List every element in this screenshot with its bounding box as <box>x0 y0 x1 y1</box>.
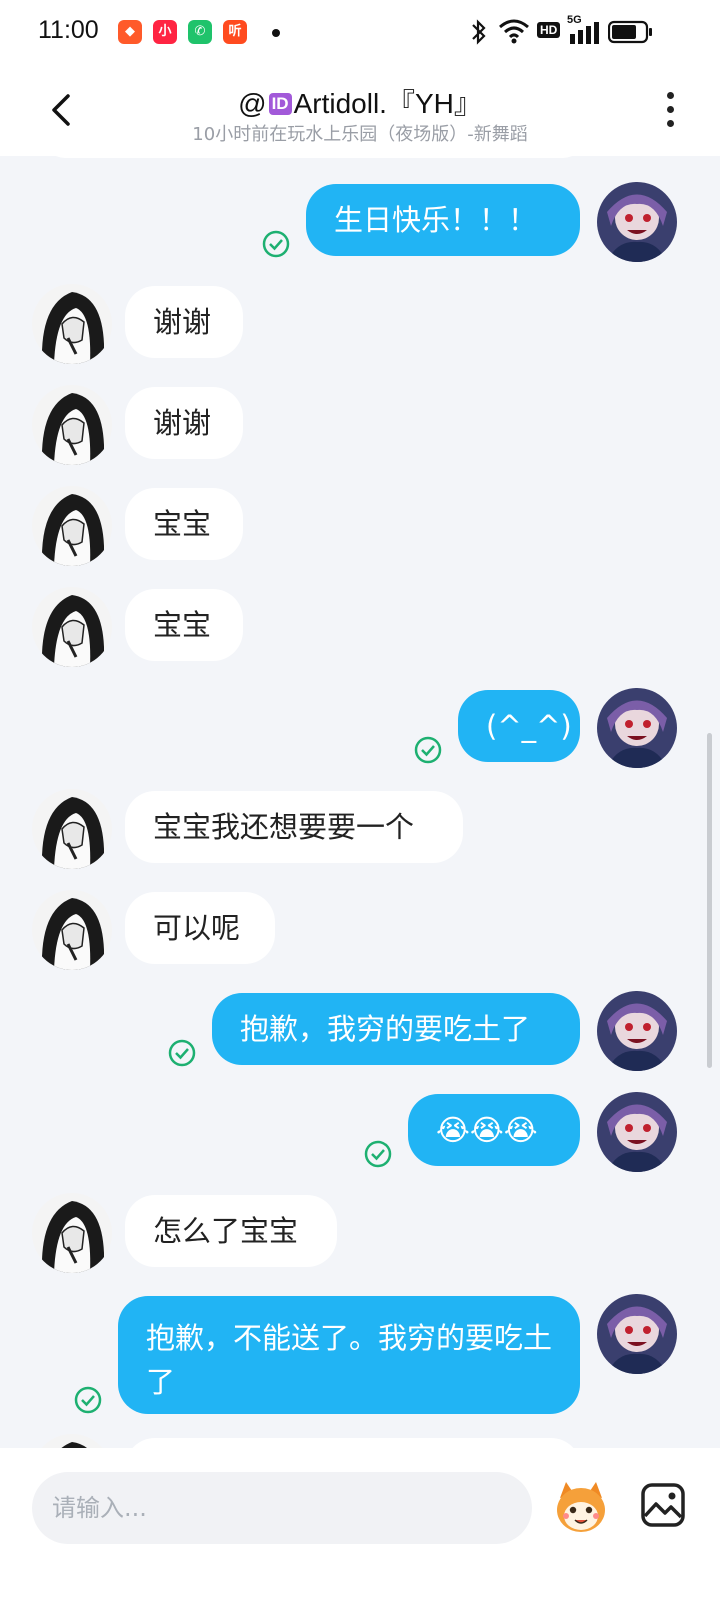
my-avatar[interactable] <box>597 1294 677 1374</box>
my-avatar[interactable] <box>597 688 677 768</box>
wifi-icon <box>499 19 529 44</box>
my-avatar[interactable] <box>597 991 677 1071</box>
message-input[interactable] <box>32 1472 532 1544</box>
contact-avatar[interactable] <box>32 486 112 566</box>
scrollbar[interactable] <box>707 733 712 1068</box>
my-avatar[interactable] <box>597 1092 677 1172</box>
contact-avatar[interactable] <box>32 1434 112 1448</box>
title-prefix: @ <box>238 88 267 119</box>
partial-message-bubble <box>125 1438 581 1448</box>
phone-call-icon: ✆ <box>188 20 212 44</box>
sticker-mascot-icon[interactable] <box>552 1478 610 1536</box>
delivered-check-icon <box>74 1386 102 1414</box>
id-badge-icon: ID <box>268 93 292 115</box>
hd-icon: HD <box>537 22 561 38</box>
more-options-icon[interactable] <box>660 92 680 132</box>
status-bar: 11:00 ◆ 小 ✆ 听 HD 5G <box>0 0 720 64</box>
message-bubble-incoming[interactable]: 谢谢 <box>125 286 243 358</box>
message-bubble-incoming[interactable]: 宝宝 <box>125 488 243 560</box>
message-bubble-incoming[interactable]: 怎么了宝宝 <box>125 1195 337 1267</box>
input-bar <box>0 1448 720 1600</box>
chat-title: @ ID Artidoll.『YH』 <box>0 82 720 122</box>
contact-avatar[interactable] <box>32 1193 112 1273</box>
signal-5g-icon <box>570 22 599 44</box>
image-icon[interactable] <box>640 1482 686 1528</box>
contact-name: Artidoll.『YH』 <box>293 88 482 119</box>
delivered-check-icon <box>168 1039 196 1067</box>
status-time: 11:00 <box>38 16 99 44</box>
battery-icon <box>608 20 652 44</box>
contact-avatar[interactable] <box>32 587 112 667</box>
message-bubble-incoming[interactable]: 可以呢 <box>125 892 275 964</box>
bluetooth-icon <box>472 19 486 45</box>
contact-avatar[interactable] <box>32 284 112 364</box>
my-avatar[interactable] <box>597 182 677 262</box>
message-bubble-incoming[interactable]: 谢谢 <box>125 387 243 459</box>
message-bubble-outgoing[interactable]: 生日快乐！！！ <box>306 184 580 256</box>
contact-avatar[interactable] <box>32 890 112 970</box>
message-bubble-incoming[interactable]: 宝宝我还想要要一个 <box>125 791 463 863</box>
delivered-check-icon <box>262 230 290 258</box>
xiaohongshu-icon: 小 <box>153 20 177 44</box>
message-bubble-outgoing[interactable]: 抱歉，不能送了。我穷的要吃土了 <box>118 1296 580 1414</box>
contact-status: 10小时前在玩水上乐园（夜场版）-新舞蹈 <box>192 124 528 145</box>
chat-header: @ ID Artidoll.『YH』 10小时前在玩水上乐园（夜场版）-新舞蹈 <box>0 64 720 156</box>
message-list[interactable]: 生日快乐！！！ 谢谢 谢谢 宝宝 宝宝 (^_^) 宝宝我还想要要一个 可以呢 … <box>0 156 720 1448</box>
listen-icon: 听 <box>223 20 247 44</box>
game-icon: ◆ <box>118 20 142 44</box>
contact-avatar[interactable] <box>32 789 112 869</box>
message-bubble-incoming[interactable]: 宝宝 <box>125 589 243 661</box>
delivered-check-icon <box>414 736 442 764</box>
message-bubble-outgoing[interactable]: 抱歉，我穷的要吃土了 <box>212 993 580 1065</box>
message-bubble-outgoing[interactable]: (^_^) <box>458 690 580 762</box>
delivered-check-icon <box>364 1140 392 1168</box>
partial-message-bubble <box>44 156 584 158</box>
message-bubble-outgoing[interactable]: 😭😭😭 <box>408 1094 580 1166</box>
notification-dot-icon <box>272 29 280 37</box>
contact-avatar[interactable] <box>32 385 112 465</box>
